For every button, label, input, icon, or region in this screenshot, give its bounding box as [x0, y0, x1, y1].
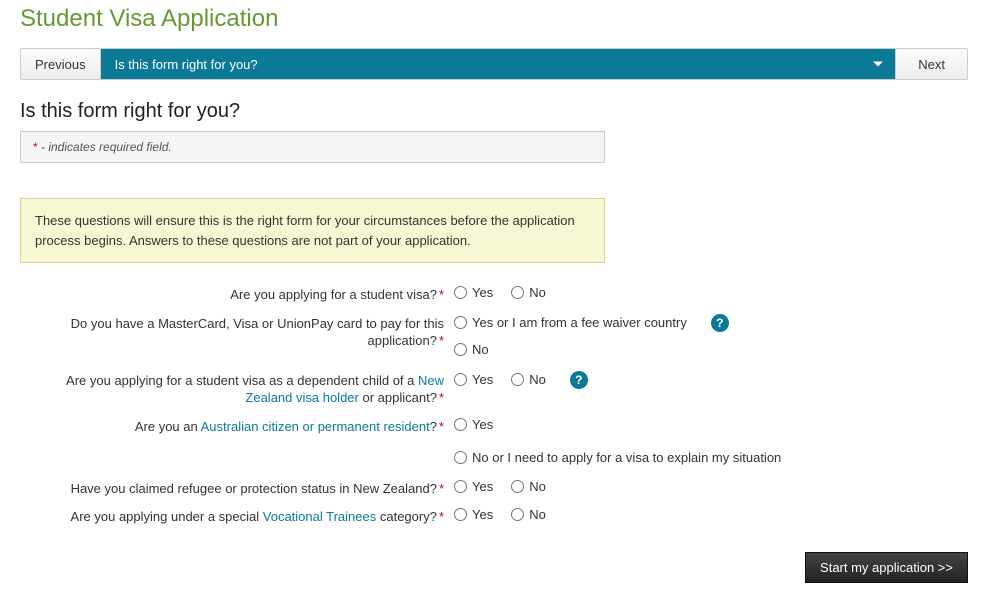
- help-icon[interactable]: ?: [570, 371, 588, 389]
- radio-yes[interactable]: Yes: [454, 507, 493, 522]
- radio-input[interactable]: [454, 418, 467, 431]
- required-note-text: - indicates required field.: [38, 140, 172, 154]
- question-text: ?: [430, 419, 437, 434]
- radio-input[interactable]: [454, 316, 467, 329]
- start-application-button[interactable]: Start my application >>: [805, 552, 968, 583]
- required-star-icon: *: [439, 390, 444, 405]
- radio-no[interactable]: No: [454, 342, 489, 357]
- radio-input[interactable]: [511, 286, 524, 299]
- required-star-icon: *: [439, 481, 444, 496]
- action-bar: Start my application >>: [805, 552, 968, 583]
- question-options: Yes No ?: [450, 371, 588, 407]
- question-row: Do you have a MasterCard, Visa or UnionP…: [20, 314, 968, 357]
- radio-label: No: [529, 507, 546, 522]
- question-options: Yes No: [450, 507, 546, 526]
- question-label: Do you have a MasterCard, Visa or UnionP…: [20, 314, 450, 357]
- help-icon[interactable]: ?: [711, 314, 729, 332]
- required-star-icon: *: [439, 419, 444, 434]
- radio-input[interactable]: [454, 480, 467, 493]
- australian-citizen-link[interactable]: Australian citizen or permanent resident: [201, 419, 430, 434]
- question-options: Yes No: [450, 285, 546, 304]
- radio-label: Yes: [472, 285, 493, 300]
- progress-nav: Previous Is this form right for you? Nex…: [20, 48, 968, 80]
- radio-label: Yes: [472, 417, 493, 432]
- required-field-note: * - indicates required field.: [20, 131, 605, 163]
- question-label: Are you applying under a special Vocatio…: [20, 507, 450, 526]
- question-label: Are you applying for a student visa?*: [20, 285, 450, 304]
- section-dropdown-label: Is this form right for you?: [115, 57, 258, 72]
- question-text: category?: [376, 509, 437, 524]
- radio-label: No: [529, 285, 546, 300]
- radio-yes[interactable]: Yes: [454, 372, 493, 387]
- radio-yes[interactable]: Yes: [454, 479, 493, 494]
- info-box: These questions will ensure this is the …: [20, 198, 605, 263]
- question-label: Are you an Australian citizen or permane…: [20, 417, 450, 465]
- question-text: Do you have a MasterCard, Visa or UnionP…: [71, 316, 444, 349]
- question-options: Yes No: [450, 479, 546, 498]
- section-heading: Is this form right for you?: [20, 100, 968, 123]
- question-row: Are you applying under a special Vocatio…: [20, 507, 968, 526]
- chevron-down-icon: [873, 62, 883, 67]
- required-star-icon: *: [439, 333, 444, 348]
- radio-no-explain[interactable]: No or I need to apply for a visa to expl…: [454, 450, 781, 465]
- radio-input[interactable]: [511, 508, 524, 521]
- radio-yes-fee-waiver[interactable]: Yes or I am from a fee waiver country: [454, 315, 687, 330]
- radio-no[interactable]: No: [511, 507, 546, 522]
- radio-label: Yes: [472, 372, 493, 387]
- question-options: Yes No or I need to apply for a visa to …: [450, 417, 781, 465]
- question-row: Are you an Australian citizen or permane…: [20, 417, 968, 465]
- question-text: Are you applying for a student visa as a…: [66, 373, 418, 388]
- question-text: or applicant?: [359, 390, 437, 405]
- radio-label: No: [529, 372, 546, 387]
- radio-input[interactable]: [454, 451, 467, 464]
- radio-label: No: [472, 342, 489, 357]
- question-row: Are you applying for a student visa as a…: [20, 371, 968, 407]
- radio-input[interactable]: [454, 373, 467, 386]
- required-star-icon: *: [439, 287, 444, 302]
- section-dropdown[interactable]: Is this form right for you?: [101, 49, 896, 79]
- question-row: Have you claimed refugee or protection s…: [20, 479, 968, 498]
- radio-yes[interactable]: Yes: [454, 417, 493, 432]
- next-button[interactable]: Next: [895, 49, 967, 79]
- radio-input[interactable]: [454, 343, 467, 356]
- radio-input[interactable]: [454, 508, 467, 521]
- question-text: Are you applying under a special: [71, 509, 263, 524]
- required-star-icon: *: [439, 509, 444, 524]
- radio-input[interactable]: [454, 286, 467, 299]
- radio-label: No or I need to apply for a visa to expl…: [472, 450, 781, 465]
- page-title: Student Visa Application: [20, 5, 968, 33]
- question-label: Are you applying for a student visa as a…: [20, 371, 450, 407]
- radio-no[interactable]: No: [511, 372, 546, 387]
- radio-label: Yes or I am from a fee waiver country: [472, 315, 687, 330]
- vocational-trainees-link[interactable]: Vocational Trainees: [263, 509, 376, 524]
- radio-input[interactable]: [511, 373, 524, 386]
- radio-label: Yes: [472, 507, 493, 522]
- radio-no[interactable]: No: [511, 285, 546, 300]
- question-text: Have you claimed refugee or protection s…: [71, 481, 437, 496]
- question-row: Are you applying for a student visa?* Ye…: [20, 285, 968, 304]
- radio-yes[interactable]: Yes: [454, 285, 493, 300]
- question-label: Have you claimed refugee or protection s…: [20, 479, 450, 498]
- question-options: Yes or I am from a fee waiver country ? …: [450, 314, 729, 357]
- radio-label: No: [529, 479, 546, 494]
- radio-no[interactable]: No: [511, 479, 546, 494]
- previous-button[interactable]: Previous: [21, 49, 101, 79]
- question-text: Are you applying for a student visa?: [230, 287, 437, 302]
- radio-label: Yes: [472, 479, 493, 494]
- radio-input[interactable]: [511, 480, 524, 493]
- question-text: Are you an: [135, 419, 201, 434]
